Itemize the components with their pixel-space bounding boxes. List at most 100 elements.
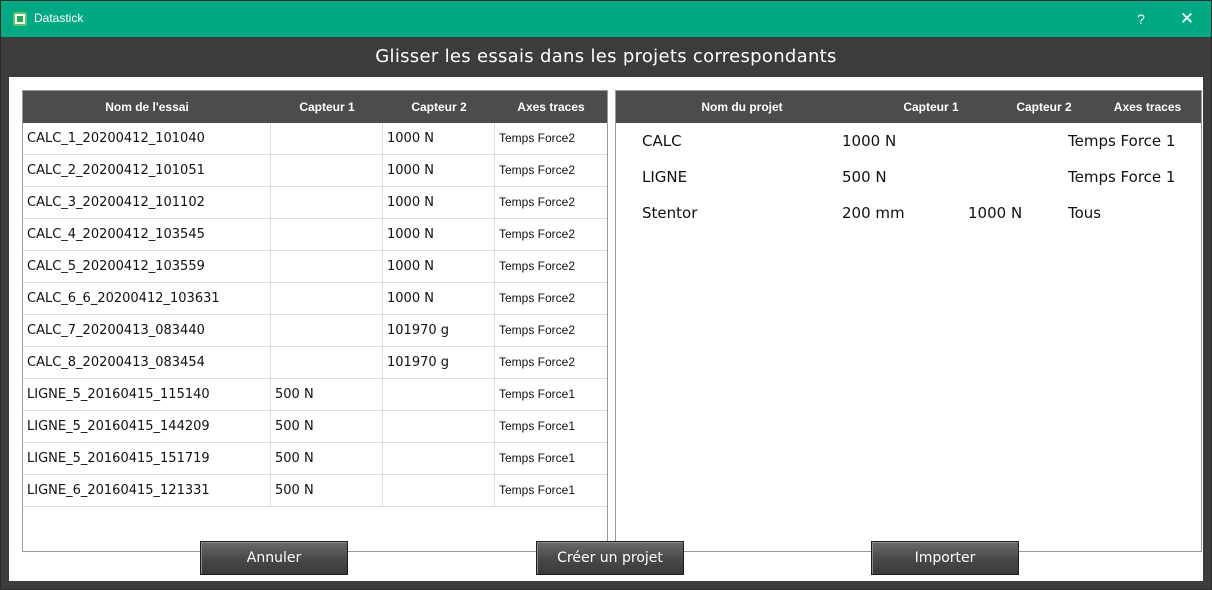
header-sensor-1[interactable]: Capteur 1: [271, 91, 383, 123]
sensor-1-cell: [271, 283, 383, 314]
tests-table-body: CALC_1_20200412_101040 1000 N Temps Force2…: [23, 123, 607, 507]
test-name-cell: CALC_5_20200412_103559: [23, 251, 271, 282]
project-name-cell: LIGNE: [642, 168, 688, 186]
project-row[interactable]: CALC 1000 N Temps Force 1: [616, 123, 1201, 159]
app-icon: [13, 12, 27, 26]
test-name-cell: CALC_3_20200412_101102: [23, 187, 271, 218]
header-sensor-1[interactable]: Capteur 1: [868, 91, 994, 123]
header-project-name[interactable]: Nom du projet: [616, 91, 868, 123]
datastick-window: Datastick ? ✕ Glisser les essais dans le…: [0, 0, 1212, 590]
sensor-1-cell: 500 N: [271, 379, 383, 410]
header-sensor-2[interactable]: Capteur 2: [994, 91, 1094, 123]
sensor-1-cell: 500 N: [271, 475, 383, 506]
sensor-2-cell: [383, 379, 495, 410]
header-sensor-2[interactable]: Capteur 2: [383, 91, 495, 123]
test-row[interactable]: LIGNE_5_20160415_115140 500 N Temps Force1: [23, 379, 607, 411]
instruction-banner: Glisser les essais dans les projets corr…: [375, 46, 837, 67]
axes-cell: Temps Force 1: [1068, 132, 1176, 150]
test-name-cell: CALC_4_20200412_103545: [23, 219, 271, 250]
test-name-cell: CALC_6_6_20200412_103631: [23, 283, 271, 314]
projects-table[interactable]: Nom du projet Capteur 1 Capteur 2 Axes t…: [615, 90, 1202, 552]
sensor-2-cell: 1000 N: [968, 204, 1023, 222]
sensor-1-cell: [271, 187, 383, 218]
sensor-1-cell: [271, 155, 383, 186]
sensor-2-cell: 1000 N: [383, 283, 495, 314]
test-row[interactable]: LIGNE_6_20160415_121331 500 N Temps Force1: [23, 475, 607, 507]
header-axes[interactable]: Axes traces: [1094, 91, 1201, 123]
axes-cell: Temps Force1: [499, 483, 576, 497]
title-bar[interactable]: Datastick ? ✕: [1, 1, 1211, 37]
test-name-cell: CALC_7_20200413_083440: [23, 315, 271, 346]
header-test-name[interactable]: Nom de l'essai: [23, 91, 271, 123]
sensor-1-cell: [271, 251, 383, 282]
axes-cell: Temps Force2: [499, 227, 576, 241]
sensor-1-cell: 200 mm: [842, 204, 905, 222]
sensor-2-cell: [383, 443, 495, 474]
sensor-1-cell: 1000 N: [842, 132, 897, 150]
axes-cell: Temps Force2: [499, 163, 576, 177]
sensor-2-cell: 1000 N: [383, 187, 495, 218]
sensor-2-cell: [383, 475, 495, 506]
axes-cell: Temps Force1: [499, 451, 576, 465]
projects-table-header: Nom du projet Capteur 1 Capteur 2 Axes t…: [616, 91, 1201, 123]
window-title: Datastick: [34, 11, 84, 25]
sensor-1-cell: [271, 123, 383, 154]
axes-cell: Temps Force2: [499, 195, 576, 209]
help-button[interactable]: ?: [1131, 9, 1151, 29]
sensor-1-cell: 500 N: [842, 168, 887, 186]
project-row[interactable]: LIGNE 500 N Temps Force 1: [616, 159, 1201, 195]
test-name-cell: LIGNE_5_20160415_115140: [23, 379, 271, 410]
axes-cell: Temps Force2: [499, 323, 576, 337]
test-row[interactable]: LIGNE_5_20160415_151719 500 N Temps Force1: [23, 443, 607, 475]
cancel-button[interactable]: Annuler: [200, 541, 348, 575]
dialog-frame: Glisser les essais dans les projets corr…: [1, 37, 1211, 589]
import-button[interactable]: Importer: [871, 541, 1019, 575]
axes-cell: Temps Force2: [499, 131, 576, 145]
test-name-cell: LIGNE_5_20160415_151719: [23, 443, 271, 474]
test-row[interactable]: CALC_6_6_20200412_103631 1000 N Temps Forc…: [23, 283, 607, 315]
test-row[interactable]: LIGNE_5_20160415_144209 500 N Temps Force1: [23, 411, 607, 443]
axes-cell: Temps Force 1: [1068, 168, 1176, 186]
content-area: Nom de l'essai Capteur 1 Capteur 2 Axes …: [9, 77, 1203, 581]
projects-table-body: CALC 1000 N Temps Force 1 LIGNE 500 N Temps F…: [616, 123, 1201, 231]
sensor-2-cell: 1000 N: [383, 155, 495, 186]
test-name-cell: CALC_1_20200412_101040: [23, 123, 271, 154]
create-project-button[interactable]: Créer un projet: [536, 541, 684, 575]
sensor-2-cell: [968, 123, 1068, 159]
axes-cell: Temps Force1: [499, 387, 576, 401]
project-name-cell: CALC: [642, 132, 682, 150]
sensor-1-cell: 500 N: [271, 443, 383, 474]
sensor-2-cell: 101970 g: [383, 315, 495, 346]
sensor-2-cell: 1000 N: [383, 219, 495, 250]
test-row[interactable]: CALC_5_20200412_103559 1000 N Temps Force2: [23, 251, 607, 283]
test-row[interactable]: CALC_7_20200413_083440 101970 g Temps Forc…: [23, 315, 607, 347]
test-name-cell: CALC_8_20200413_083454: [23, 347, 271, 378]
test-row[interactable]: CALC_4_20200412_103545 1000 N Temps Force2: [23, 219, 607, 251]
sensor-2-cell: 101970 g: [383, 347, 495, 378]
close-button[interactable]: ✕: [1177, 9, 1197, 29]
header-axes[interactable]: Axes traces: [495, 91, 607, 123]
sensor-1-cell: [271, 315, 383, 346]
axes-cell: Temps Force2: [499, 355, 576, 369]
tests-table-header: Nom de l'essai Capteur 1 Capteur 2 Axes …: [23, 91, 607, 123]
project-name-cell: Stentor: [642, 204, 698, 222]
sensor-1-cell: [271, 347, 383, 378]
sensor-2-cell: [383, 411, 495, 442]
sensor-2-cell: 1000 N: [383, 251, 495, 282]
project-row[interactable]: Stentor 200 mm 1000 N Tous: [616, 195, 1201, 231]
test-row[interactable]: CALC_3_20200412_101102 1000 N Temps Force2: [23, 187, 607, 219]
sensor-1-cell: 500 N: [271, 411, 383, 442]
test-row[interactable]: CALC_1_20200412_101040 1000 N Temps Force2: [23, 123, 607, 155]
sensor-2-cell: 1000 N: [383, 123, 495, 154]
axes-cell: Temps Force1: [499, 419, 576, 433]
sensor-2-cell: [968, 159, 1068, 195]
axes-cell: Tous: [1068, 204, 1102, 222]
test-row[interactable]: CALC_8_20200413_083454 101970 g Temps Forc…: [23, 347, 607, 379]
test-row[interactable]: CALC_2_20200412_101051 1000 N Temps Force2: [23, 155, 607, 187]
sensor-1-cell: [271, 219, 383, 250]
tests-table[interactable]: Nom de l'essai Capteur 1 Capteur 2 Axes …: [22, 90, 608, 552]
test-name-cell: CALC_2_20200412_101051: [23, 155, 271, 186]
axes-cell: Temps Force2: [499, 259, 576, 273]
test-name-cell: LIGNE_5_20160415_144209: [23, 411, 271, 442]
axes-cell: Temps Force2: [499, 291, 576, 305]
